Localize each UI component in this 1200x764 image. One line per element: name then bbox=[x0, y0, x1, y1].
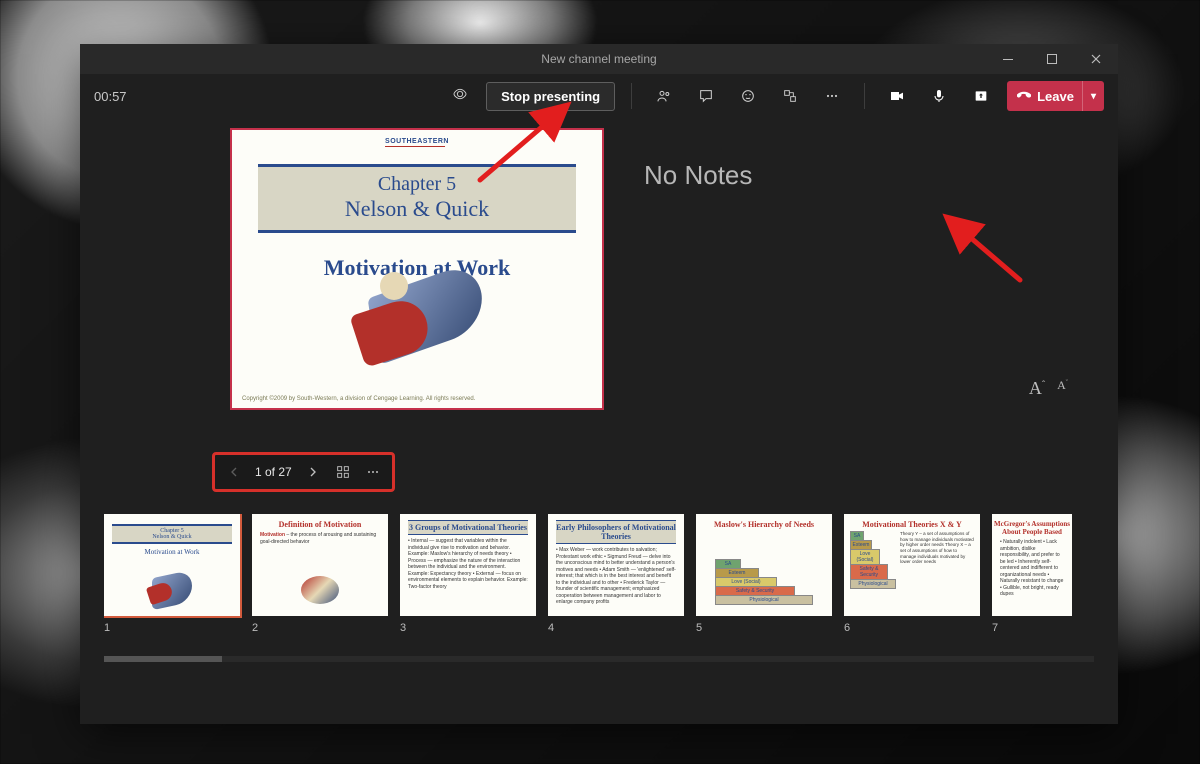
thumb-title: Definition of Motivation bbox=[252, 520, 388, 529]
pyr-level: Physiological bbox=[850, 579, 896, 589]
window-title: New channel meeting bbox=[541, 52, 656, 66]
hangup-icon bbox=[1007, 88, 1037, 105]
grid-view-button[interactable] bbox=[330, 459, 356, 485]
window-titlebar: New channel meeting bbox=[80, 44, 1118, 74]
slide-chapter-band: Chapter 5 Nelson & Quick bbox=[258, 164, 576, 233]
toolbar-divider bbox=[631, 83, 632, 109]
presentation-area: SOUTHEASTERN Chapter 5 Nelson & Quick Mo… bbox=[80, 118, 1118, 452]
leave-button[interactable]: Leave ▾ bbox=[1007, 81, 1104, 111]
thumbnail-scrollbar[interactable] bbox=[104, 656, 1094, 662]
font-increase-button[interactable]: Aˆ bbox=[1029, 378, 1045, 399]
participants-icon[interactable] bbox=[648, 80, 680, 112]
slide-illustration bbox=[352, 268, 482, 378]
share-tray-icon[interactable] bbox=[965, 80, 997, 112]
more-actions-icon[interactable] bbox=[816, 80, 848, 112]
slide-chapter-line2: Nelson & Quick bbox=[258, 196, 576, 222]
private-view-icon[interactable] bbox=[444, 80, 476, 113]
leave-chevron-icon[interactable]: ▾ bbox=[1082, 81, 1104, 111]
breakout-rooms-icon[interactable] bbox=[774, 80, 806, 112]
thumb-body: • Naturally indolent • Lack ambition, di… bbox=[992, 536, 1072, 601]
thumbnail-5[interactable]: Maslow's Hierarchy of Needs SA Esteem Lo… bbox=[696, 514, 832, 654]
thumb-body: • Max Weber — work contributes to salvat… bbox=[548, 544, 684, 609]
current-slide-container: SOUTHEASTERN Chapter 5 Nelson & Quick Mo… bbox=[230, 128, 604, 452]
slide-footer: Copyright ©2009 by South-Western, a divi… bbox=[242, 396, 592, 402]
thumb-num: 7 bbox=[992, 622, 1072, 634]
thumb-title: Motivational Theories X & Y bbox=[844, 520, 980, 529]
slide-logo: SOUTHEASTERN bbox=[385, 138, 449, 147]
slide-nav-controls: 1 of 27 bbox=[212, 452, 395, 492]
camera-icon[interactable] bbox=[881, 80, 913, 112]
thumb-num: 6 bbox=[844, 622, 980, 634]
slide-counter: 1 of 27 bbox=[251, 465, 296, 479]
reactions-icon[interactable] bbox=[732, 80, 764, 112]
thumb-num: 4 bbox=[548, 622, 684, 634]
slide-nav-more-button[interactable] bbox=[360, 459, 386, 485]
meeting-timer: 00:57 bbox=[94, 89, 174, 104]
window-minimize-button[interactable] bbox=[986, 44, 1030, 74]
window-maximize-button[interactable] bbox=[1030, 44, 1074, 74]
leave-label: Leave bbox=[1037, 89, 1082, 104]
toolbar-divider bbox=[864, 83, 865, 109]
thumbnail-scrollbar-thumb[interactable] bbox=[104, 656, 222, 662]
font-decrease-button[interactable]: Aˇ bbox=[1057, 378, 1068, 399]
current-slide[interactable]: SOUTHEASTERN Chapter 5 Nelson & Quick Mo… bbox=[230, 128, 604, 410]
thumb-num: 5 bbox=[696, 622, 832, 634]
window-close-button[interactable] bbox=[1074, 44, 1118, 74]
meeting-window: New channel meeting 00:57 Stop presentin… bbox=[80, 44, 1118, 724]
notes-empty-text: No Notes bbox=[644, 160, 1098, 191]
thumb-title: Maslow's Hierarchy of Needs bbox=[696, 520, 832, 529]
thumb-body: Theory Y – a set of assumptions of how t… bbox=[900, 531, 974, 588]
thumbnail-1[interactable]: Chapter 5Nelson & Quick Motivation at Wo… bbox=[104, 514, 240, 654]
slide-chapter-line1: Chapter 5 bbox=[258, 173, 576, 196]
thumbnail-2[interactable]: Definition of Motivation Motivation – th… bbox=[252, 514, 388, 654]
thumb-title: 3 Groups of Motivational Theories bbox=[408, 520, 528, 535]
thumb-sub: Motivation at Work bbox=[104, 548, 240, 556]
meeting-toolbar: 00:57 Stop presenting bbox=[80, 74, 1118, 118]
thumb-title: McGregor's Assumptions About People Base… bbox=[992, 520, 1072, 536]
pyr-level: Safety & Security bbox=[850, 564, 888, 580]
pyr-level: Physiological bbox=[715, 595, 813, 605]
thumb-num: 3 bbox=[400, 622, 536, 634]
thumb-num: 2 bbox=[252, 622, 388, 634]
thumbnail-7[interactable]: McGregor's Assumptions About People Base… bbox=[992, 514, 1072, 654]
notes-panel: No Notes bbox=[644, 128, 1098, 452]
prev-slide-button[interactable] bbox=[221, 459, 247, 485]
stop-presenting-button[interactable]: Stop presenting bbox=[486, 82, 615, 111]
microphone-icon[interactable] bbox=[923, 80, 955, 112]
notes-font-controls: Aˆ Aˇ bbox=[1029, 378, 1068, 399]
next-slide-button[interactable] bbox=[300, 459, 326, 485]
thumbnail-4[interactable]: Early Philosophers of Motivational Theor… bbox=[548, 514, 684, 654]
thumb-num: 1 bbox=[104, 622, 240, 634]
thumbnail-3[interactable]: 3 Groups of Motivational Theories • Inte… bbox=[400, 514, 536, 654]
thumb-body: • Internal — suggest that variables with… bbox=[400, 535, 536, 593]
thumbnail-strip[interactable]: Chapter 5Nelson & Quick Motivation at Wo… bbox=[104, 514, 1118, 654]
thumb-band2: Nelson & Quick bbox=[112, 534, 232, 540]
chat-icon[interactable] bbox=[690, 80, 722, 112]
pyr-level: Love (Social) bbox=[850, 549, 880, 565]
thumbnail-6[interactable]: Motivational Theories X & Y SA Esteem Lo… bbox=[844, 514, 980, 654]
thumb-title: Early Philosophers of Motivational Theor… bbox=[556, 520, 676, 544]
